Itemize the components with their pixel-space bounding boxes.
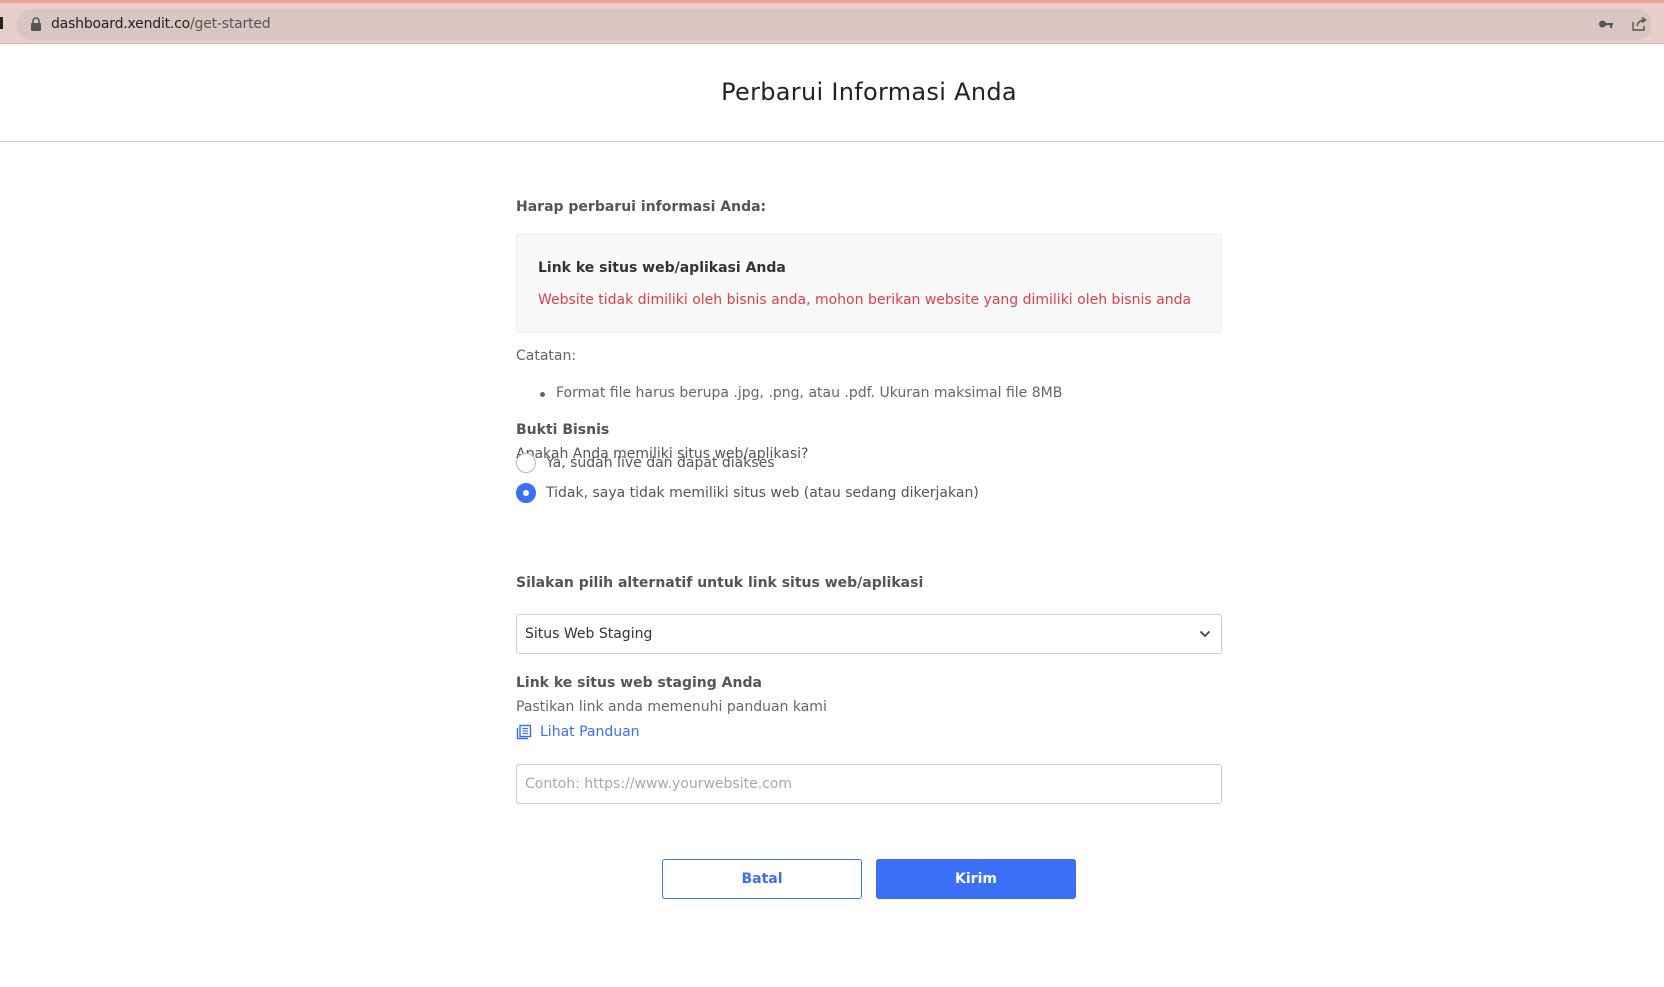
section-title: Bukti Bisnis: [516, 422, 610, 438]
alternative-title: Silakan pilih alternatif untuk link situ…: [516, 575, 924, 591]
radio-unchecked-icon[interactable]: [516, 453, 536, 473]
radio-label: Tidak, saya tidak memiliki situs web (at…: [546, 485, 979, 501]
card-title: Link ke situs web/aplikasi Anda: [538, 260, 786, 276]
note-item: Format file harus berupa .jpg, .png, ata…: [556, 385, 1063, 401]
browser-address-bar: dashboard.xendit.co/get-started: [0, 0, 1664, 44]
page-title: Perbarui Informasi Anda: [721, 78, 1017, 106]
page-header: Perbarui Informasi Anda: [0, 44, 1664, 142]
guide-link-text: Lihat Panduan: [540, 724, 640, 740]
radio-checked-icon[interactable]: [516, 483, 536, 503]
radio-option-yes[interactable]: Ya, sudah live dan dapat diakses: [516, 452, 775, 474]
rejection-card: Link ke situs web/aplikasi Anda Website …: [516, 234, 1222, 333]
chevron-down-icon: [1199, 630, 1211, 638]
cancel-button[interactable]: Batal: [662, 859, 862, 899]
url-path: /get-started: [190, 16, 271, 32]
share-icon[interactable]: [1631, 16, 1647, 32]
link-description: Pastikan link anda memenuhi panduan kami: [516, 699, 827, 715]
error-message: Website tidak dimiliki oleh bisnis anda,…: [538, 292, 1192, 308]
radio-option-no[interactable]: Tidak, saya tidak memiliki situs web (at…: [516, 482, 979, 504]
link-title: Link ke situs web staging Anda: [516, 675, 762, 691]
url-domain: dashboard.xendit.co: [51, 16, 191, 32]
radio-label: Ya, sudah live dan dapat diakses: [546, 455, 775, 471]
note-label: Catatan:: [516, 348, 577, 364]
alternative-select[interactable]: Situs Web Staging: [516, 614, 1222, 654]
url-text[interactable]: dashboard.xendit.co/get-started: [51, 16, 271, 32]
book-icon: [516, 724, 532, 740]
intro-text: Harap perbarui informasi Anda:: [516, 199, 767, 215]
select-value: Situs Web Staging: [525, 626, 653, 642]
back-arrow-fragment[interactable]: [0, 17, 3, 29]
lock-icon: [31, 17, 41, 31]
website-url-input[interactable]: [516, 764, 1222, 804]
bullet-icon: [540, 392, 545, 397]
submit-button[interactable]: Kirim: [876, 859, 1076, 899]
view-guide-link[interactable]: Lihat Panduan: [516, 724, 640, 740]
key-icon[interactable]: [1598, 17, 1614, 31]
